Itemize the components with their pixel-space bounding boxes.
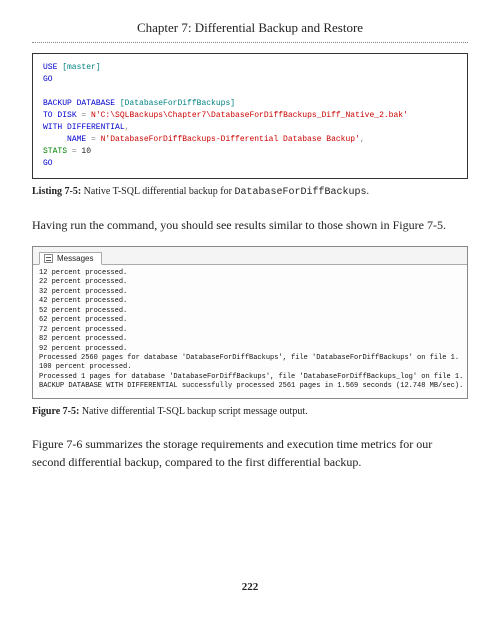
tok-comma2: , (360, 135, 365, 144)
tok-stats: STATS (43, 147, 67, 156)
tok-backup: BACKUP (43, 99, 72, 108)
listing-label: Listing 7-5: (32, 186, 81, 197)
messages-tab-label: Messages (57, 254, 93, 263)
messages-tab[interactable]: Messages (39, 252, 102, 265)
tok-master: [master] (57, 63, 100, 72)
sql-code-block: USE [master] GO BACKUP DATABASE [Databas… (32, 53, 468, 179)
tok-disk: DISK (53, 111, 77, 120)
tok-with: WITH (43, 123, 62, 132)
messages-tab-row: Messages (33, 247, 467, 265)
tok-eq3: = (67, 147, 81, 156)
title-divider (32, 42, 468, 43)
messages-icon (44, 254, 53, 263)
figure-text: Native differential T-SQL backup script … (79, 406, 307, 417)
tok-path: N'C:\SQLBackups\Chapter7\DatabaseForDiff… (91, 111, 408, 120)
tok-use: USE (43, 63, 57, 72)
tok-differential: DIFFERENTIAL (62, 123, 124, 132)
messages-body: 12 percent processed. 22 percent process… (33, 265, 467, 398)
tok-name: NAME (67, 135, 86, 144)
listing-mono: DatabaseForDiffBackups (234, 187, 366, 198)
page-number: 222 (32, 581, 468, 593)
tok-stats-val: 10 (81, 147, 91, 156)
tok-to: TO (43, 111, 53, 120)
tok-comma: , (125, 123, 130, 132)
figure-label: Figure 7-5: (32, 406, 79, 417)
listing-text-pre: Native T-SQL differential backup for (81, 186, 234, 197)
listing-text-post: . (367, 186, 370, 197)
body-para-1: Having run the command, you should see r… (32, 216, 468, 234)
tok-go: GO (43, 75, 53, 84)
tok-go2: GO (43, 159, 53, 168)
chapter-title: Chapter 7: Differential Backup and Resto… (32, 20, 468, 36)
tok-database: DATABASE (72, 99, 115, 108)
body-para-2: Figure 7-6 summarizes the storage requir… (32, 435, 468, 471)
listing-caption: Listing 7-5: Native T-SQL differential b… (32, 185, 468, 200)
tok-eq2: = (86, 135, 100, 144)
figure-caption: Figure 7-5: Native differential T-SQL ba… (32, 405, 468, 419)
messages-panel: Messages 12 percent processed. 22 percen… (32, 246, 468, 399)
tok-indent (43, 135, 67, 144)
tok-eq: = (77, 111, 91, 120)
tok-name-val: N'DatabaseForDiffBackups-Differential Da… (101, 135, 360, 144)
tok-dbname: [DatabaseForDiffBackups] (115, 99, 235, 108)
